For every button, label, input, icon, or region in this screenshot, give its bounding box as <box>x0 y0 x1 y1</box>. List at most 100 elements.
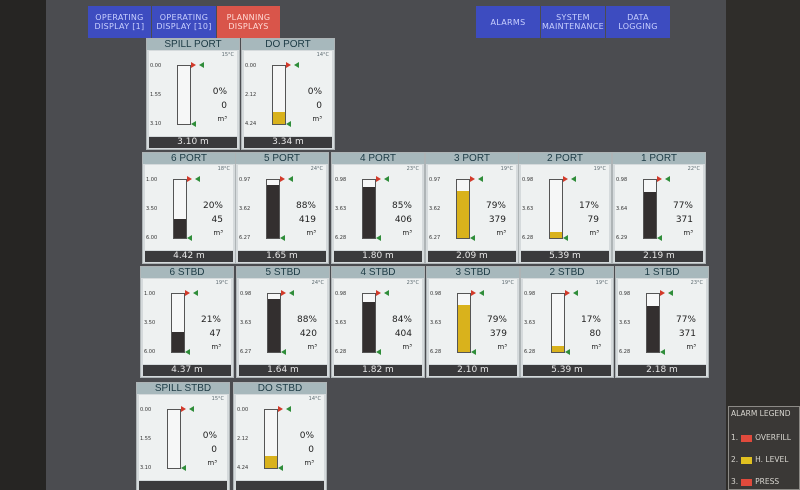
high-alarm-flag-icon <box>657 176 662 182</box>
tank-panel[interactable]: 4 PORT 23°C 0.98 3.63 6.28 85% 406 m³ 1.… <box>331 152 425 264</box>
tank-panel[interactable]: DO PORT 14°C 0.00 2.12 4.24 0% 0 m³ 3.34… <box>241 38 335 150</box>
tank-body: 23°C 0.98 3.63 6.28 77% 371 m³ <box>618 279 706 364</box>
low-limit-marker-icon <box>191 121 196 127</box>
planning-displays-button[interactable]: PLANNING DISPLAYS <box>217 6 280 38</box>
scale-mid-label: 3.50 <box>146 206 158 212</box>
high-limit-marker-icon <box>478 176 483 182</box>
high-alarm-flag-icon <box>187 176 192 182</box>
scale-bottom-label: 4.24 <box>245 121 257 127</box>
high-alarm-flag-icon <box>286 62 291 68</box>
high-limit-marker-icon <box>384 176 389 182</box>
tank-panel[interactable]: SPILL PORT 15°C 0.00 1.55 3.10 0% 0 m³ 3… <box>146 38 240 150</box>
high-alarm-flag-icon <box>278 406 283 412</box>
tank-fill-bar <box>363 302 375 352</box>
tank-panel[interactable]: 2 PORT 19°C 0.98 3.63 6.28 17% 79 m³ 5.3… <box>518 152 612 264</box>
tank-level-column <box>267 293 281 353</box>
tank-temperature: 19°C <box>593 166 606 172</box>
tank-ullage-level: 2.19 m <box>615 251 703 262</box>
high-alarm-flag-icon <box>280 176 285 182</box>
tank-ullage-level: 5.39 m <box>523 365 611 376</box>
scale-bottom-label: 6.28 <box>524 349 536 355</box>
tank-panel[interactable]: 1 PORT 22°C 0.98 3.64 6.29 77% 371 m³ 2.… <box>612 152 706 264</box>
tank-fill-bar <box>267 185 279 238</box>
low-limit-marker-icon <box>181 465 186 471</box>
tank-fill-percent: 88% <box>295 201 316 211</box>
high-alarm-flag-icon <box>281 290 286 296</box>
tank-body: 19°C 0.97 3.62 6.27 79% 379 m³ <box>428 165 516 250</box>
tank-ullage-level: 4.42 m <box>145 251 233 262</box>
alarm-legend-title: ALARM LEGEND <box>731 409 791 418</box>
tank-panel[interactable]: 3 PORT 19°C 0.97 3.62 6.27 79% 379 m³ 2.… <box>425 152 519 264</box>
high-limit-marker-icon <box>668 290 673 296</box>
tank-name: 2 PORT <box>519 153 611 164</box>
tank-panel[interactable]: 4 STBD 23°C 0.98 3.63 6.28 84% 404 m³ 1.… <box>331 266 425 378</box>
system-maintenance-button[interactable]: SYSTEM MAINTENANCE <box>541 6 605 38</box>
tank-fill-percent: 79% <box>485 201 506 211</box>
scale-bottom-label: 6.00 <box>144 349 156 355</box>
scale-mid-label: 3.50 <box>144 320 156 326</box>
tank-ullage-level: 1.80 m <box>334 251 422 262</box>
tank-volume: 371 <box>675 215 693 225</box>
tank-name: 1 PORT <box>613 153 705 164</box>
scale-top-label: 0.97 <box>239 177 251 183</box>
scale-mid-label: 3.62 <box>429 206 441 212</box>
tank-volume: 45 <box>211 215 223 225</box>
high-alarm-flag-icon <box>470 176 475 182</box>
alarms-button[interactable]: ALARMS <box>476 6 540 38</box>
tank-body: 19°C 1.00 3.50 6.00 21% 47 m³ <box>143 279 231 364</box>
scale-bottom-label: 6.00 <box>146 235 158 241</box>
alarm-legend: ALARM LEGEND 1. OVERFILL 2. H. LEVEL 3. PRE… <box>728 406 800 490</box>
tank-volume-unit: m³ <box>213 229 223 237</box>
high-limit-marker-icon <box>195 176 200 182</box>
tank-fill-bar <box>457 191 469 238</box>
operating-display-10-button[interactable]: OPERATING DISPLAY [10] <box>152 6 216 38</box>
tank-level-column <box>272 65 286 125</box>
scale-top-label: 0.97 <box>429 177 441 183</box>
tank-temperature: 14°C <box>316 52 329 58</box>
scale-mid-label: 1.55 <box>140 436 152 442</box>
scale-mid-label: 3.63 <box>522 206 534 212</box>
tank-fill-bar <box>647 306 659 352</box>
scale-mid-label: 2.12 <box>245 92 257 98</box>
tank-volume-unit: m³ <box>312 115 322 123</box>
scale-top-label: 0.98 <box>335 177 347 183</box>
tank-panel[interactable]: 3 STBD 19°C 0.98 3.63 6.28 79% 379 m³ 2.… <box>426 266 520 378</box>
tank-ullage-level: 2.18 m <box>618 365 706 376</box>
tank-fill-bar <box>174 219 186 238</box>
tank-panel[interactable]: 6 PORT 18°C 1.00 3.50 6.00 20% 45 m³ 4.4… <box>142 152 236 264</box>
tank-fill-bar <box>552 346 564 352</box>
tank-panel[interactable]: SPILL STBD 15°C 0.00 1.55 3.10 0% 0 m³ <box>136 382 230 490</box>
high-limit-marker-icon <box>294 62 299 68</box>
high-limit-marker-icon <box>199 62 204 68</box>
tank-panel[interactable]: 2 STBD 19°C 0.98 3.63 6.28 17% 80 m³ 5.3… <box>520 266 614 378</box>
legend-item-number: 2. <box>731 455 739 464</box>
scale-mid-label: 3.62 <box>239 206 251 212</box>
tank-fill-percent: 0% <box>202 431 217 441</box>
tank-volume: 79 <box>587 215 599 225</box>
tank-fill-percent: 0% <box>307 87 322 97</box>
tank-volume: 47 <box>209 329 221 339</box>
high-limit-marker-icon <box>479 290 484 296</box>
tank-volume: 406 <box>394 215 412 225</box>
high-limit-marker-icon <box>573 290 578 296</box>
operating-display-1-button[interactable]: OPERATING DISPLAY [1] <box>88 6 151 38</box>
tank-panel[interactable]: DO STBD 14°C 0.00 2.12 4.24 0% 0 m³ <box>233 382 327 490</box>
scale-mid-label: 3.63 <box>524 320 536 326</box>
tank-temperature: 15°C <box>211 396 224 402</box>
data-logging-button[interactable]: DATA LOGGING <box>606 6 670 38</box>
tank-panel[interactable]: 5 PORT 24°C 0.97 3.62 6.27 88% 419 m³ 1.… <box>235 152 329 264</box>
low-limit-marker-icon <box>281 349 286 355</box>
scale-top-label: 0.98 <box>619 291 631 297</box>
legend-item-number: 3. <box>731 477 739 486</box>
tank-fill-percent: 17% <box>578 201 599 211</box>
high-limit-marker-icon <box>571 176 576 182</box>
tank-panel[interactable]: 6 STBD 19°C 1.00 3.50 6.00 21% 47 m³ 4.3… <box>140 266 234 378</box>
tank-fill-bar <box>172 332 184 352</box>
tank-panel[interactable]: 5 STBD 24°C 0.98 3.63 6.27 88% 420 m³ 1.… <box>236 266 330 378</box>
high-limit-marker-icon <box>289 290 294 296</box>
tank-panel[interactable]: 1 STBD 23°C 0.98 3.63 6.28 77% 371 m³ 2.… <box>615 266 709 378</box>
tank-name: 1 STBD <box>616 267 708 278</box>
tank-level-column <box>549 179 563 239</box>
high-limit-marker-icon <box>286 406 291 412</box>
tank-fill-percent: 21% <box>200 315 221 325</box>
